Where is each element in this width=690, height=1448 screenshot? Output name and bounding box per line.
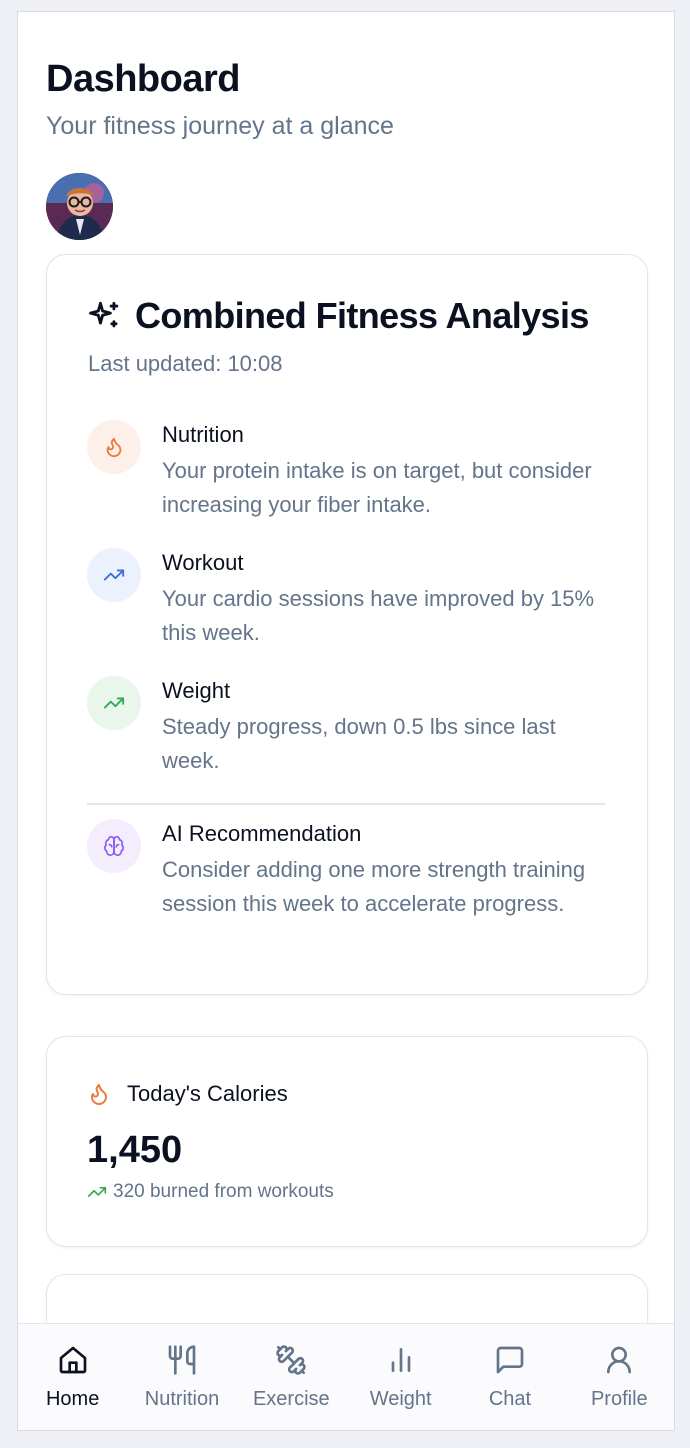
flame-icon: [91, 1084, 107, 1105]
nav-profile[interactable]: Profile: [565, 1324, 674, 1430]
calories-title: Today's Calories: [127, 1081, 288, 1106]
nav-home[interactable]: Home: [18, 1324, 127, 1430]
app-frame: Dashboard Your fitness journey at a glan…: [17, 11, 675, 1431]
flame-icon: [106, 437, 122, 458]
bottom-nav: Home Nutrition Exercise Weight Chat Prof…: [18, 1323, 674, 1430]
insight-icon-bg: [87, 548, 141, 602]
calories-value: 1,450: [87, 1129, 183, 1171]
avatar[interactable]: [46, 173, 113, 240]
user-icon: [607, 1346, 632, 1374]
nav-exercise[interactable]: Exercise: [237, 1324, 346, 1430]
chat-icon: [496, 1346, 524, 1374]
insight-title: Nutrition: [162, 422, 244, 447]
last-updated: Last updated: 10:08: [88, 351, 283, 376]
nav-label: Nutrition: [144, 1388, 220, 1410]
insight-text: Your protein intake is on target, but co…: [162, 458, 592, 517]
nav-label: Home: [45, 1388, 100, 1410]
utensils-icon: [168, 1345, 196, 1375]
insight-title: AI Recommendation: [162, 821, 362, 846]
insight-icon-bg: [87, 819, 141, 873]
divider: [87, 803, 605, 805]
avatar-image: [46, 173, 113, 240]
nav-chat[interactable]: Chat: [455, 1324, 564, 1430]
analysis-header: Combined Fitness Analysis: [87, 295, 589, 337]
calories-header: Today's Calories: [87, 1081, 288, 1107]
nav-label: Profile: [590, 1388, 648, 1410]
insight-icon-bg: [87, 420, 141, 474]
nav-weight[interactable]: Weight: [346, 1324, 455, 1430]
sparkles-icon: [89, 301, 119, 328]
bar-chart-icon: [391, 1348, 410, 1372]
home-icon: [59, 1346, 86, 1374]
dumbbell-icon: [276, 1345, 307, 1375]
calories-burned: 320 burned from workouts: [87, 1181, 334, 1203]
brain-icon: [104, 836, 124, 856]
trending-up-icon: [87, 1187, 107, 1197]
page-subtitle: Your fitness journey at a glance: [46, 112, 394, 140]
insight-icon-bg: [87, 676, 141, 730]
analysis-card: Combined Fitness Analysis Last updated: …: [46, 254, 648, 995]
insight-title: Weight: [162, 678, 231, 703]
insight-text: Consider adding one more strength traini…: [162, 857, 586, 916]
insight-text: Steady progress, down 0.5 lbs since last…: [162, 714, 556, 773]
page-title: Dashboard: [46, 58, 240, 100]
calories-card[interactable]: Today's Calories 1,450 320 burned from w…: [46, 1036, 648, 1247]
trending-up-icon: [103, 697, 125, 709]
nav-label: Weight: [369, 1388, 432, 1410]
nav-label: Exercise: [252, 1388, 330, 1410]
trending-up-icon: [103, 569, 125, 581]
nav-nutrition[interactable]: Nutrition: [127, 1324, 236, 1430]
insight-text: Your cardio sessions have improved by 15…: [162, 586, 595, 645]
analysis-title: Combined Fitness Analysis: [135, 295, 589, 336]
calories-burned-text: 320 burned from workouts: [113, 1181, 334, 1202]
nav-label: Chat: [488, 1388, 532, 1410]
insight-title: Workout: [162, 550, 244, 575]
